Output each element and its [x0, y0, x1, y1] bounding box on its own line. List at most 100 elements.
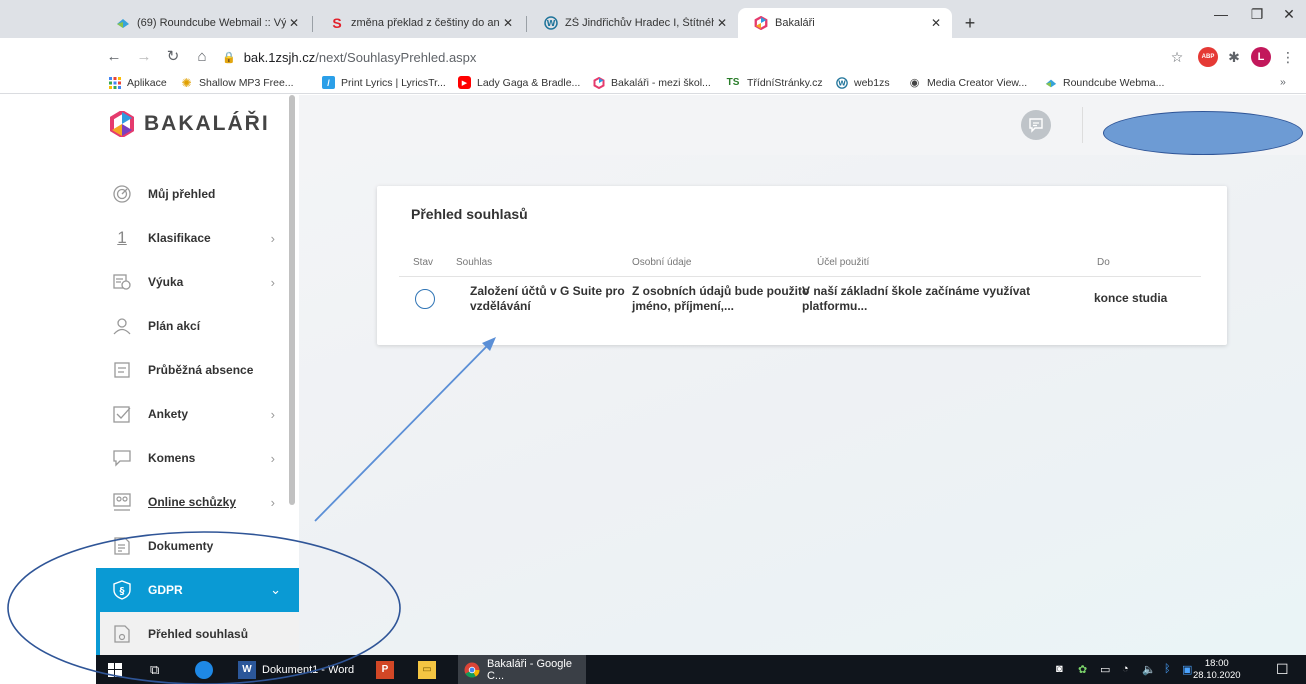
sidebar-item-online-schuzky[interactable]: Online schůzky ›	[96, 480, 289, 524]
task-view-button[interactable]: ⧉	[150, 655, 159, 684]
system-clock[interactable]: 18:00 28.10.2020	[1193, 658, 1241, 682]
wifi-icon[interactable]: ◔	[1122, 663, 1129, 675]
sidebar-item-label: Ankety	[148, 407, 189, 421]
extensions-icon[interactable]: ✱	[1224, 47, 1244, 67]
close-icon[interactable]: ✕	[714, 16, 730, 30]
svg-text:W: W	[838, 79, 846, 87]
sidebar-item-label: Plán akcí	[148, 319, 201, 333]
back-button[interactable]: ←	[104, 47, 124, 67]
tab-divider	[526, 16, 527, 32]
wordpress-icon: W	[835, 76, 848, 89]
book-icon	[110, 270, 134, 294]
taskbar-app-explorer[interactable]: ▭	[412, 655, 442, 684]
taskbar-app-powerpoint[interactable]: P	[370, 655, 400, 684]
tab-title: Bakaláři	[775, 17, 815, 29]
new-tab-button[interactable]: +	[957, 10, 983, 36]
close-icon[interactable]: ✕	[500, 16, 516, 30]
sidebar-item-komens[interactable]: Komens ›	[96, 436, 289, 480]
consent-status-radio[interactable]	[415, 289, 435, 309]
bookmark-media-creator[interactable]: ◉ Media Creator View...	[908, 76, 1028, 90]
close-icon[interactable]: ✕	[928, 16, 944, 30]
bookmark-tridni-stranky[interactable]: TS TřídníStránky.cz	[725, 76, 823, 89]
word-icon: W	[238, 660, 256, 679]
user-profile-redacted[interactable]	[1103, 111, 1303, 155]
sidebar-item-gdpr[interactable]: § GDPR ⌄	[96, 568, 299, 612]
chevron-right-icon: ›	[270, 406, 275, 422]
window-close-button[interactable]: ✕	[1266, 6, 1306, 23]
bookmarks-overflow-button[interactable]: »	[1280, 76, 1286, 88]
address-bar[interactable]: 🔒 bak.1zsjh.cz/next/SouhlasyPrehled.aspx	[222, 44, 1252, 70]
bookmark-lady-gaga[interactable]: ▶ Lady Gaga & Bradle...	[458, 76, 580, 89]
sidebar-scrollbar[interactable]	[289, 95, 295, 505]
sidebar-item-label: Přehled souhlasů	[148, 627, 249, 641]
forward-button[interactable]: →	[134, 47, 154, 67]
consent-doc-icon	[110, 622, 134, 646]
browser-tab-bakalari[interactable]: Bakaláři ✕	[738, 8, 952, 38]
browser-tab-zs[interactable]: W ZŠ Jindřichův Hradec I, Štítného ✕	[528, 8, 738, 38]
bluetooth-icon[interactable]: ᛒ	[1164, 663, 1171, 675]
home-button[interactable]: ⌂	[192, 47, 212, 67]
close-icon[interactable]: ✕	[286, 16, 302, 30]
reload-button[interactable]: ↻	[163, 47, 183, 67]
sidebar-item-ankety[interactable]: Ankety ›	[96, 392, 289, 436]
url-text: bak.1zsjh.cz/next/SouhlasyPrehled.aspx	[243, 49, 477, 65]
powerpoint-icon: P	[376, 660, 394, 679]
tray-app-icon[interactable]: ✿	[1078, 663, 1087, 676]
windows-taskbar: ⧉ W Dokument1 - Word P ▭ Bakaláři - Goog…	[96, 655, 1306, 684]
taskbar-app-chrome[interactable]: Bakaláři - Google C...	[458, 655, 586, 684]
notification-icon[interactable]: ☐	[1276, 661, 1289, 678]
column-header-ucel-pouziti: Účel použití	[817, 257, 870, 268]
tab-title: ZŠ Jindřichův Hradec I, Štítného	[565, 17, 714, 29]
bookmark-shallow-mp3[interactable]: ✺ Shallow MP3 Free...	[180, 75, 293, 90]
start-button[interactable]	[108, 655, 122, 684]
lyrics-icon: /	[322, 76, 335, 89]
profile-avatar[interactable]: L	[1251, 47, 1271, 67]
sidebar-item-klasifikace[interactable]: 1 Klasifikace ›	[96, 216, 289, 260]
chevron-down-icon: ⌄	[270, 582, 281, 597]
sidebar-item-prehled-souhlasu[interactable]: Přehled souhlasů	[96, 612, 299, 656]
bookmark-print-lyrics[interactable]: / Print Lyrics | LyricsTr...	[322, 76, 446, 89]
roundcube-icon	[1044, 76, 1057, 89]
roundcube-icon	[116, 16, 130, 30]
column-header-stav: Stav	[413, 257, 434, 268]
page-title: Přehled souhlasů	[411, 206, 528, 222]
bookmark-star-icon[interactable]: ☆	[1167, 47, 1187, 67]
chrome-icon	[464, 661, 481, 679]
header-divider	[399, 276, 1201, 277]
ts-icon: TS	[726, 77, 740, 88]
brand-logo[interactable]: BAKALÁŘI	[110, 111, 270, 137]
sidebar-item-dokumenty[interactable]: Dokumenty	[96, 524, 289, 568]
tab-title: (69) Roundcube Webmail :: Výsle	[137, 17, 286, 29]
bookmark-web1zs[interactable]: W web1zs	[835, 76, 890, 89]
globe-icon: ◉	[909, 77, 920, 89]
chevron-right-icon: ›	[270, 230, 275, 246]
sidebar: BAKALÁŘI Můj přehled 1 Klasifikace › Výu…	[96, 95, 299, 656]
taskbar-app-word[interactable]: W Dokument1 - Word	[232, 655, 360, 684]
battery-icon[interactable]: ▭	[1100, 663, 1110, 676]
edge-button[interactable]	[195, 655, 213, 684]
bookmark-apps[interactable]: Aplikace	[108, 76, 167, 89]
chat-button[interactable]	[1021, 110, 1051, 140]
consent-purpose: V naší základní škole začínáme využívat …	[802, 284, 1031, 313]
security-icon[interactable]: ▣	[1182, 663, 1192, 676]
browser-tab-roundcube[interactable]: (69) Roundcube Webmail :: Výsle ✕	[100, 8, 310, 38]
adblock-icon[interactable]: ABP	[1198, 47, 1218, 67]
sidebar-item-vyuka[interactable]: Výuka ›	[96, 260, 289, 304]
task-view-icon: ⧉	[150, 661, 160, 677]
bookmark-bakalari[interactable]: Bakaláři - mezi škol...	[592, 76, 711, 89]
bookmark-roundcube[interactable]: Roundcube Webma...	[1044, 76, 1164, 89]
sidebar-item-muj-prehled[interactable]: Můj přehled	[96, 172, 289, 216]
sidebar-item-prubezna-absence[interactable]: Průběžná absence	[96, 348, 289, 392]
bee-icon: ✺	[181, 75, 192, 90]
windows-logo-icon	[108, 662, 122, 677]
wordpress-icon: W	[544, 16, 558, 30]
video-meeting-icon	[110, 490, 134, 514]
message-icon	[110, 446, 134, 470]
volume-icon[interactable]: 🔈	[1142, 663, 1156, 676]
sidebar-item-plan-akci[interactable]: Plán akcí	[96, 304, 289, 348]
bookmarks-bar: Aplikace ✺ Shallow MP3 Free... / Print L…	[0, 74, 1306, 94]
browser-tab-seznam[interactable]: S změna překlad z češtiny do angli ✕	[314, 8, 524, 38]
menu-kebab-icon[interactable]: ⋮	[1278, 47, 1298, 67]
lock-icon: 🔒	[222, 51, 236, 64]
skype-icon[interactable]: ◙	[1056, 663, 1063, 675]
